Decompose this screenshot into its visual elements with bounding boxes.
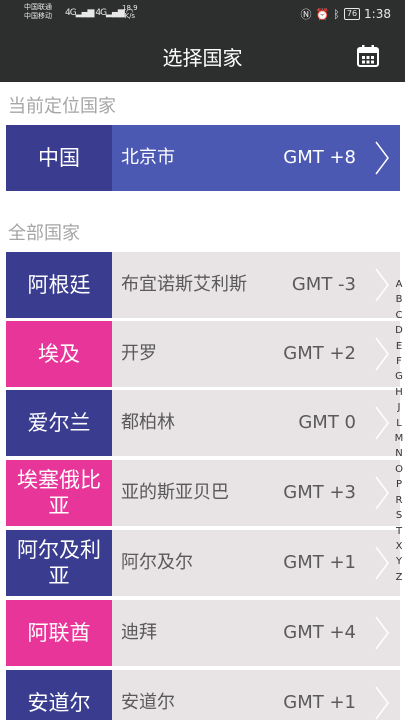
index-letter[interactable]: H: [393, 385, 405, 400]
city-name: 安道尔: [121, 692, 175, 713]
nfc-icon: Ⓝ: [300, 8, 312, 21]
network-type-1: 4G: [65, 8, 77, 18]
current-country-row[interactable]: 中国 北京市 GMT +8: [6, 125, 400, 191]
city-name: 阿尔及尔: [121, 552, 193, 573]
index-letter[interactable]: O: [393, 462, 405, 477]
page-title: 选择国家: [162, 46, 243, 70]
status-bar: 中国联通 中国移动 4G▂▄▆ 4G▂▄▆ ◠ 18.9 K/s Ⓝ ⏰ ᛒ 7…: [0, 0, 405, 30]
country-name: 埃及: [6, 321, 112, 387]
city-name: 北京市: [121, 147, 175, 168]
gmt-offset: GMT +8: [283, 147, 356, 168]
country-row[interactable]: 阿联酋 迪拜 GMT +4: [6, 600, 400, 666]
battery-icon: 76: [343, 8, 361, 20]
index-letter[interactable]: E: [393, 339, 405, 354]
country-name: 爱尔兰: [6, 390, 112, 456]
index-letter[interactable]: X: [393, 539, 405, 554]
gmt-offset: GMT +1: [283, 692, 356, 713]
country-name: 埃塞俄比亚: [6, 460, 112, 526]
country-row[interactable]: 安道尔 安道尔 GMT +1: [6, 670, 400, 720]
gmt-offset: GMT -3: [291, 274, 356, 295]
carrier-labels: 中国联通 中国移动: [24, 3, 52, 21]
country-name: 中国: [6, 125, 112, 191]
city-info: 迪拜 GMT +4: [112, 600, 364, 666]
country-name: 阿尔及利亚: [6, 530, 112, 596]
index-letter[interactable]: J: [393, 400, 405, 415]
title-bar: 选择国家: [0, 30, 405, 82]
city-info: 阿尔及尔 GMT +1: [112, 530, 364, 596]
speed-value: 18.9: [122, 4, 138, 12]
index-letter[interactable]: S: [393, 508, 405, 523]
city-name: 开罗: [121, 343, 157, 364]
signal-icon: ▂▄▆: [75, 8, 95, 18]
chevron-right-icon: [364, 670, 400, 720]
gmt-offset: GMT +4: [283, 622, 356, 643]
country-row[interactable]: 爱尔兰 都柏林 GMT 0: [6, 390, 400, 456]
city-name: 迪拜: [121, 622, 157, 643]
gmt-offset: GMT +3: [283, 482, 356, 503]
network-type-2: 4G: [95, 8, 107, 18]
country-name: 阿联酋: [6, 600, 112, 666]
index-letter[interactable]: N: [393, 446, 405, 461]
status-time: 1:38: [364, 7, 391, 21]
index-letter[interactable]: Z: [393, 570, 405, 585]
alarm-icon: ⏰: [315, 7, 330, 21]
index-letter[interactable]: C: [393, 308, 405, 323]
all-section-title: 全部国家: [8, 223, 80, 244]
current-section-title: 当前定位国家: [8, 96, 116, 117]
city-name: 都柏林: [121, 412, 175, 433]
index-letter[interactable]: G: [393, 369, 405, 384]
city-info: 开罗 GMT +2: [112, 321, 364, 387]
index-letter[interactable]: B: [393, 292, 405, 307]
bluetooth-icon: ᛒ: [333, 7, 340, 21]
speed-unit: K/s: [124, 12, 136, 20]
city-info: 都柏林 GMT 0: [112, 390, 364, 456]
chevron-right-icon: [364, 600, 400, 666]
index-letter[interactable]: L: [393, 416, 405, 431]
carrier-1: 中国联通: [24, 3, 52, 11]
gmt-offset: GMT 0: [298, 412, 356, 433]
city-name: 亚的斯亚贝巴: [121, 482, 229, 503]
index-letter[interactable]: T: [393, 524, 405, 539]
alphabet-index-bar[interactable]: A B C D E F G H J L M N O P R S T X Y Z: [393, 277, 405, 585]
country-row[interactable]: 阿尔及利亚 阿尔及尔 GMT +1: [6, 530, 400, 596]
index-letter[interactable]: P: [393, 477, 405, 492]
city-name: 布宜诺斯艾利斯: [121, 274, 247, 295]
index-letter[interactable]: A: [393, 277, 405, 292]
country-row[interactable]: 阿根廷 布宜诺斯艾利斯 GMT -3: [6, 252, 400, 318]
status-right: Ⓝ ⏰ ᛒ 76 1:38: [301, 6, 391, 22]
city-info: 亚的斯亚贝巴 GMT +3: [112, 460, 364, 526]
city-info: 安道尔 GMT +1: [112, 670, 364, 720]
gmt-offset: GMT +2: [283, 343, 356, 364]
city-info: 布宜诺斯艾利斯 GMT -3: [112, 252, 364, 318]
network-speed: 18.9 K/s: [122, 4, 138, 20]
index-letter[interactable]: M: [393, 431, 405, 446]
carrier-2: 中国移动: [24, 12, 52, 20]
country-name: 安道尔: [6, 670, 112, 720]
index-letter[interactable]: R: [393, 493, 405, 508]
index-letter[interactable]: Y: [393, 554, 405, 569]
chevron-right-icon: [364, 125, 400, 191]
country-row[interactable]: 埃及 开罗 GMT +2: [6, 321, 400, 387]
country-row[interactable]: 埃塞俄比亚 亚的斯亚贝巴 GMT +3: [6, 460, 400, 526]
city-info: 北京市 GMT +8: [112, 125, 364, 191]
calendar-icon[interactable]: [355, 43, 381, 69]
country-name: 阿根廷: [6, 252, 112, 318]
gmt-offset: GMT +1: [283, 552, 356, 573]
index-letter[interactable]: F: [393, 354, 405, 369]
index-letter[interactable]: D: [393, 323, 405, 338]
